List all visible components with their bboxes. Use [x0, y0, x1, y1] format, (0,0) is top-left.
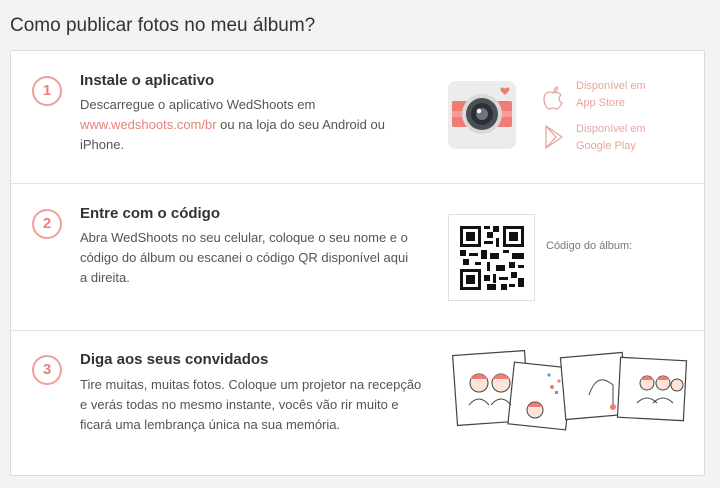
step-title: Diga aos seus convidados: [80, 351, 269, 368]
wedshoots-app-icon[interactable]: [448, 81, 516, 149]
store-line1: Disponível em: [576, 123, 646, 135]
step-number: 2: [32, 209, 62, 239]
website-link[interactable]: www.wedshoots.com/br: [80, 117, 217, 132]
step-description: Abra WedShoots no seu celular, coloque o…: [80, 230, 409, 285]
qr-code: [448, 214, 535, 301]
page-title: Como publicar fotos no meu álbum?: [10, 15, 316, 36]
step-number: 1: [32, 76, 62, 106]
step-2: 2 Entre com o código Abra WedShoots no s…: [11, 184, 704, 331]
step-1: 1 Instale o aplicativo Descarregue o apl…: [11, 51, 704, 184]
step-title: Entre com o código: [80, 205, 221, 222]
step-description: Descarregue o aplicativo WedShoots em ww…: [80, 95, 410, 155]
store-line2: App Store: [576, 97, 625, 109]
play-store-icon[interactable]: [543, 124, 565, 150]
store-line2: Google Play: [576, 140, 636, 152]
step-description: Tire muitas, muitas fotos. Coloque um pr…: [80, 377, 422, 432]
qr-label: Código do álbum:: [546, 240, 633, 252]
step-title: Instale o aplicativo: [80, 72, 215, 89]
step-3: 3 Diga aos seus convidados Tire muitas, …: [11, 331, 704, 477]
guest-photos-illustration: [449, 345, 689, 455]
apple-icon[interactable]: [542, 85, 564, 111]
store-line1: Disponível em: [576, 80, 646, 92]
app-store-link[interactable]: Disponível em App Store: [576, 78, 646, 112]
step-number: 3: [32, 355, 62, 385]
instructions-card: 1 Instale o aplicativo Descarregue o apl…: [10, 50, 705, 476]
step-text-before: Descarregue o aplicativo WedShoots em: [80, 97, 316, 112]
google-play-link[interactable]: Disponível em Google Play: [576, 121, 646, 155]
